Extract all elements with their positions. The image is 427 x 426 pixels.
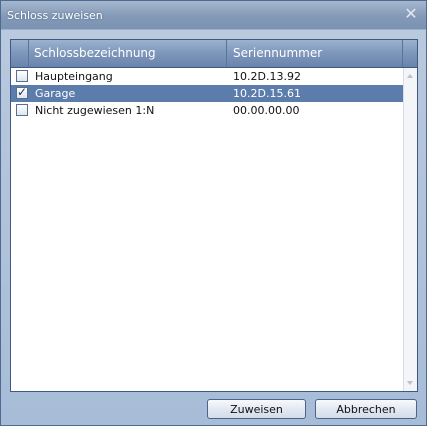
- header-filler: [403, 40, 417, 67]
- table-row[interactable]: Nicht zugewiesen 1:N 00.00.00.00: [11, 102, 403, 119]
- lock-name-cell: Nicht zugewiesen 1:N: [35, 104, 155, 117]
- table-row[interactable]: Garage 10.2D.15.61: [11, 85, 403, 102]
- serial-number-cell: 10.2D.13.92: [233, 70, 301, 83]
- header-lock-name[interactable]: Schlossbezeichnung: [29, 40, 227, 67]
- table-body: Haupteingang 10.2D.13.92 Garage 10.2D.15.61…: [11, 68, 403, 119]
- lock-name-cell: Haupteingang: [35, 70, 113, 83]
- cancel-button[interactable]: Abbrechen: [315, 399, 417, 419]
- scroll-down-icon[interactable]: [407, 381, 413, 385]
- serial-number-cell: 00.00.00.00: [233, 104, 300, 117]
- assign-button[interactable]: Zuweisen: [207, 399, 306, 419]
- row-checkbox[interactable]: [16, 104, 28, 116]
- vertical-scrollbar[interactable]: [403, 68, 417, 391]
- row-checkbox[interactable]: [16, 70, 28, 82]
- table-header: Schlossbezeichnung Seriennummer: [11, 40, 417, 68]
- title-bar[interactable]: Schloss zuweisen ✕: [1, 1, 426, 29]
- header-serial-number[interactable]: Seriennummer: [227, 40, 403, 67]
- dialog-title: Schloss zuweisen: [7, 9, 103, 22]
- serial-number-cell: 10.2D.15.61: [233, 87, 301, 100]
- table-row[interactable]: Haupteingang 10.2D.13.92: [11, 68, 403, 85]
- dialog-window: Schloss zuweisen ✕ Schlossbezeichnung Se…: [0, 0, 427, 426]
- header-select-column: [11, 40, 29, 67]
- lock-table: Schlossbezeichnung Seriennummer Hauptein…: [10, 39, 418, 392]
- row-checkbox[interactable]: [16, 85, 28, 99]
- lock-name-cell: Garage: [35, 87, 76, 100]
- close-icon[interactable]: ✕: [402, 5, 420, 23]
- scroll-up-icon[interactable]: [407, 74, 413, 78]
